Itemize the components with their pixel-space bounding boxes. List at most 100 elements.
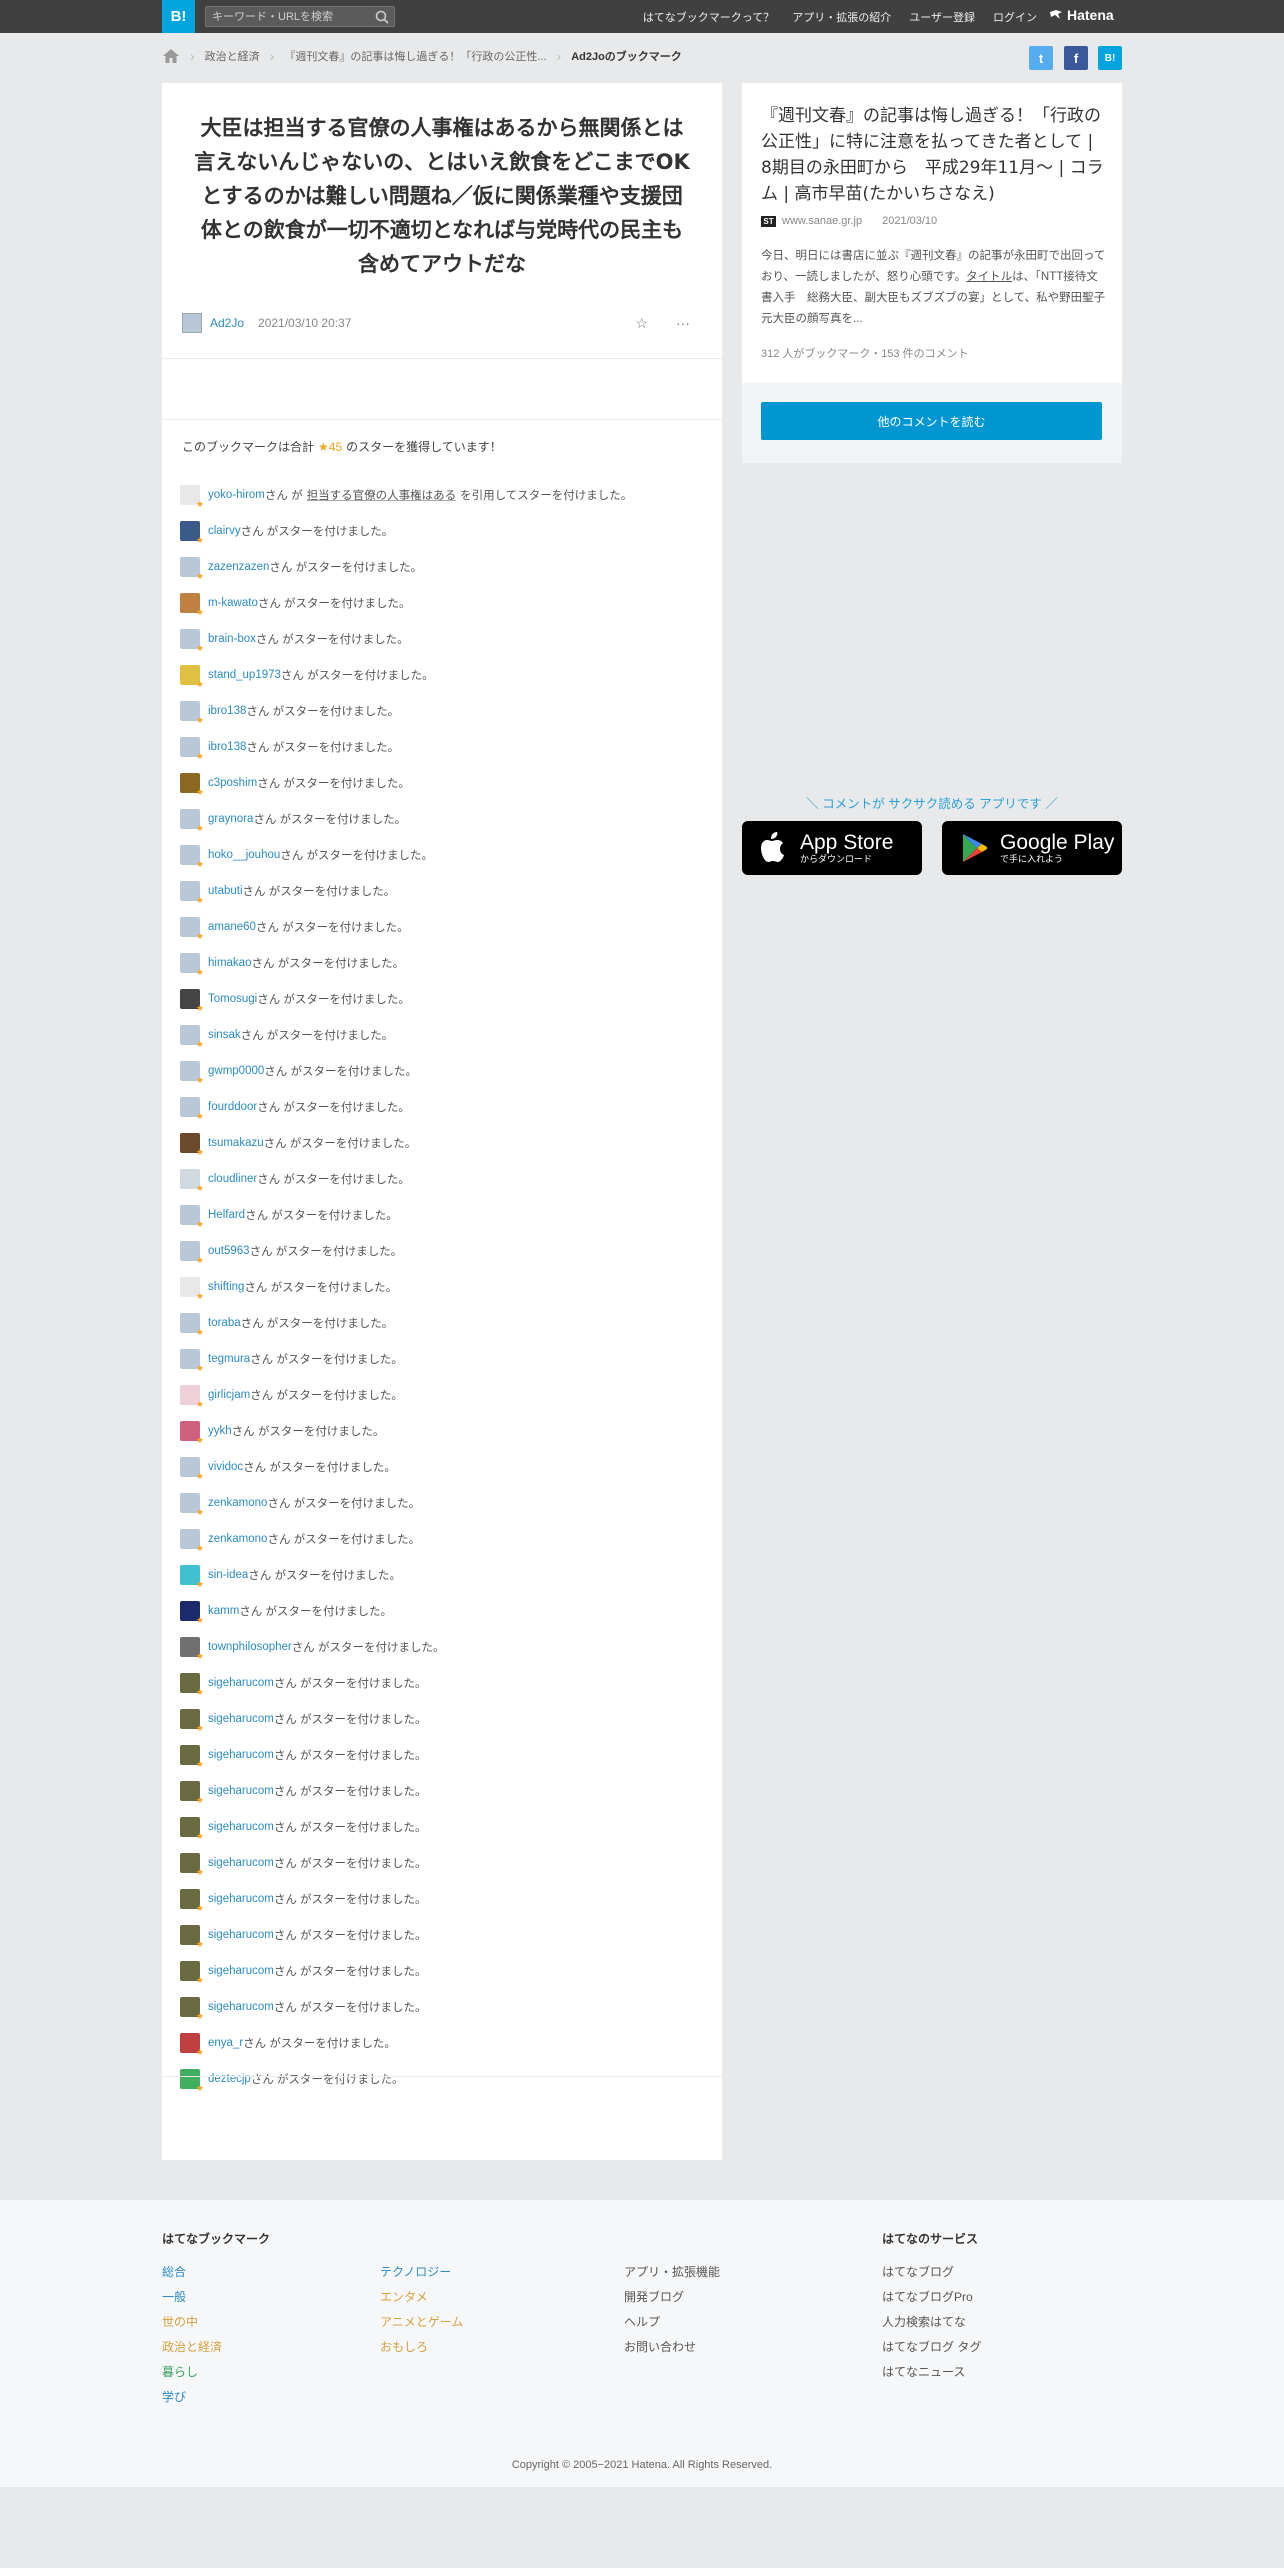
- avatar[interactable]: ★: [180, 2033, 204, 2057]
- star-user-link[interactable]: sigeharucom: [208, 1857, 274, 1869]
- search-icon[interactable]: [374, 9, 390, 25]
- star-user-link[interactable]: ibro138: [208, 741, 246, 753]
- footer-link[interactable]: はてなニュース: [882, 2360, 981, 2385]
- star-user-link[interactable]: vividoc: [208, 1461, 243, 1473]
- twitter-share-button[interactable]: t: [1029, 46, 1053, 70]
- star-user-link[interactable]: m-kawato: [208, 597, 258, 609]
- star-user-link[interactable]: sigeharucom: [208, 1965, 274, 1977]
- star-user-link[interactable]: tegmura: [208, 1353, 250, 1365]
- avatar[interactable]: ★: [180, 989, 204, 1013]
- star-user-link[interactable]: sigeharucom: [208, 1749, 274, 1761]
- avatar[interactable]: ★: [180, 1205, 204, 1229]
- breadcrumb-category[interactable]: 政治と経済: [205, 48, 260, 64]
- star-user-link[interactable]: cloudliner: [208, 1173, 257, 1185]
- avatar[interactable]: ★: [180, 1745, 204, 1769]
- footer-link[interactable]: お問い合わせ: [624, 2335, 720, 2360]
- avatar[interactable]: ★: [180, 521, 204, 545]
- star-user-link[interactable]: out5963: [208, 1245, 250, 1257]
- star-user-link[interactable]: amane60: [208, 921, 256, 933]
- star-user-link[interactable]: girlicjam: [208, 1389, 250, 1401]
- hatena-share-button[interactable]: B!: [1098, 46, 1122, 70]
- footer-link[interactable]: 人力検索はてな: [882, 2310, 981, 2335]
- avatar[interactable]: ★: [180, 773, 204, 797]
- add-star-icon[interactable]: ☆: [635, 315, 648, 332]
- star-user-link[interactable]: graynora: [208, 813, 253, 825]
- hatena-brand[interactable]: Hatena: [1049, 7, 1114, 23]
- avatar[interactable]: ★: [180, 845, 204, 869]
- avatar[interactable]: ★: [180, 737, 204, 761]
- footer-link[interactable]: はてなブログPro: [882, 2285, 981, 2310]
- star-user-link[interactable]: stand_up1973: [208, 669, 281, 681]
- avatar[interactable]: ★: [180, 629, 204, 653]
- entry-domain[interactable]: www.sanae.gr.jp: [782, 215, 862, 227]
- avatar[interactable]: ★: [180, 1997, 204, 2021]
- avatar[interactable]: ★: [180, 665, 204, 689]
- about-link[interactable]: はてなブックマークって？: [643, 9, 774, 25]
- star-user-link[interactable]: townphilosopher: [208, 1641, 292, 1653]
- footer-link[interactable]: 暮らし: [162, 2360, 270, 2385]
- star-user-link[interactable]: utabuti: [208, 885, 243, 897]
- avatar[interactable]: ★: [180, 2069, 204, 2093]
- breadcrumb-entry[interactable]: 『週刊文春』の記事は悔し過ぎる！「行政の公正性...: [284, 48, 546, 64]
- login-link[interactable]: ログイン: [993, 9, 1037, 25]
- star-user-link[interactable]: Helfard: [208, 1209, 245, 1221]
- avatar[interactable]: ★: [180, 1637, 204, 1661]
- star-user-link[interactable]: c3poshim: [208, 777, 257, 789]
- avatar[interactable]: ★: [180, 1961, 204, 1985]
- home-icon[interactable]: [162, 48, 180, 64]
- star-user-link[interactable]: brain-box: [208, 633, 256, 645]
- star-user-link[interactable]: sigeharucom: [208, 1821, 274, 1833]
- avatar[interactable]: ★: [180, 485, 204, 509]
- star-user-link[interactable]: hoko__jouhou: [208, 849, 280, 861]
- footer-link[interactable]: 政治と経済: [162, 2335, 270, 2360]
- avatar[interactable]: ★: [180, 1673, 204, 1697]
- avatar[interactable]: ★: [180, 1889, 204, 1913]
- avatar[interactable]: ★: [180, 1097, 204, 1121]
- avatar[interactable]: ★: [180, 1025, 204, 1049]
- avatar[interactable]: ★: [180, 593, 204, 617]
- avatar[interactable]: ★: [180, 1169, 204, 1193]
- star-user-link[interactable]: sigeharucom: [208, 1929, 274, 1941]
- footer-link[interactable]: 一般: [162, 2285, 270, 2310]
- avatar[interactable]: ★: [180, 1601, 204, 1625]
- avatar[interactable]: ★: [180, 917, 204, 941]
- star-user-link[interactable]: sigeharucom: [208, 1893, 274, 1905]
- google-play-button[interactable]: Google Play で手に入れよう: [942, 821, 1122, 875]
- star-user-link[interactable]: tsumakazu: [208, 1137, 264, 1149]
- entry-title[interactable]: 『週刊文春』の記事は悔し過ぎる！「行政の公正性」に特に注意を払ってきた者として …: [761, 103, 1106, 207]
- bookmark-user[interactable]: Ad2Jo: [210, 316, 244, 330]
- search-box[interactable]: [205, 6, 395, 27]
- star-user-link[interactable]: Tomosugi: [208, 993, 257, 1005]
- avatar[interactable]: ★: [180, 1493, 204, 1517]
- star-user-link[interactable]: sigeharucom: [208, 1677, 274, 1689]
- avatar[interactable]: ★: [180, 1457, 204, 1481]
- footer-link[interactable]: はてなブログ タグ: [882, 2335, 981, 2360]
- avatar[interactable]: ★: [180, 1061, 204, 1085]
- avatar[interactable]: ★: [180, 1133, 204, 1157]
- star-user-link[interactable]: sin-idea: [208, 1569, 248, 1581]
- read-more-comments-button[interactable]: 他のコメントを読む: [761, 402, 1102, 440]
- star-user-link[interactable]: zenkamono: [208, 1533, 267, 1545]
- avatar[interactable]: ★: [180, 1313, 204, 1337]
- avatar[interactable]: ★: [180, 953, 204, 977]
- star-user-link[interactable]: sinsak: [208, 1029, 241, 1041]
- hatena-bookmark-logo[interactable]: B!: [162, 0, 195, 33]
- star-user-link[interactable]: yoko-hirom: [208, 489, 265, 501]
- star-user-link[interactable]: zenkamono: [208, 1497, 267, 1509]
- footer-link[interactable]: エンタメ: [380, 2285, 463, 2310]
- star-user-link[interactable]: sigeharucom: [208, 1713, 274, 1725]
- more-icon[interactable]: ···: [676, 315, 690, 332]
- avatar[interactable]: ★: [180, 1925, 204, 1949]
- avatar[interactable]: ★: [180, 1853, 204, 1877]
- avatar[interactable]: ★: [180, 881, 204, 905]
- star-user-link[interactable]: kamm: [208, 1605, 239, 1617]
- footer-link[interactable]: 学び: [162, 2385, 270, 2410]
- footer-link[interactable]: 開発ブログ: [624, 2285, 720, 2310]
- footer-link[interactable]: 総合: [162, 2260, 270, 2285]
- star-user-link[interactable]: clairvy: [208, 525, 241, 537]
- facebook-share-button[interactable]: f: [1064, 46, 1088, 70]
- avatar[interactable]: ★: [180, 701, 204, 725]
- star-user-link[interactable]: fourddoor: [208, 1101, 257, 1113]
- star-user-link[interactable]: shifting: [208, 1281, 244, 1293]
- star-user-link[interactable]: zazenzazen: [208, 561, 269, 573]
